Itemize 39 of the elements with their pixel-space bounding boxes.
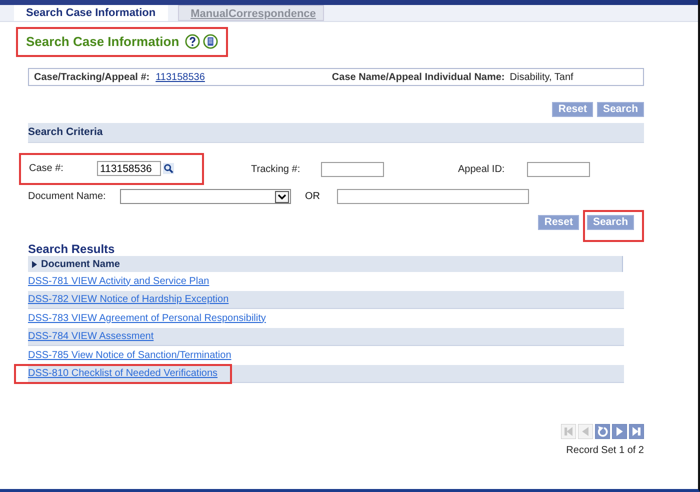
caret-icon (275, 190, 289, 202)
results-title: Search Results (28, 242, 116, 256)
case-field[interactable]: 113158536 (97, 161, 161, 176)
document-icon[interactable] (203, 34, 218, 49)
document-link[interactable]: DSS-781 VIEW Activity and Service Plan (28, 276, 210, 286)
document-link[interactable]: DSS-784 VIEW Assessment (28, 330, 154, 342)
action-button[interactable]: Search (596, 102, 644, 117)
action-button[interactable]: Search (586, 215, 634, 230)
last-page-icon[interactable] (629, 424, 644, 439)
appeal-id-label: Appeal ID: (458, 164, 506, 174)
document-link[interactable]: DSS-783 VIEW Agreement of Personal Responsibility (28, 312, 266, 324)
document-link[interactable]: DSS-810 Checklist of Needed Verifications (28, 368, 218, 378)
refresh-page-icon[interactable] (595, 424, 610, 439)
column-title: Document Name (41, 258, 120, 270)
case-number-link[interactable]: 113158536 (156, 72, 205, 82)
case-name-label: Case Name/Appeal Individual Name: (332, 72, 505, 82)
tracking-field[interactable] (321, 162, 384, 176)
document-name-label: Document Name: (28, 191, 107, 202)
next-page-icon[interactable] (612, 424, 627, 439)
tracking-label: Tracking #: (251, 164, 302, 174)
tab[interactable]: ManualCorrespondence (178, 5, 324, 21)
tab[interactable]: Search Case Information (14, 5, 168, 21)
document-name-dropdown[interactable] (120, 189, 291, 204)
document-link[interactable]: DSS-785 View Notice of Sanction/Termination (28, 350, 232, 360)
case-label: Case #: (29, 163, 64, 174)
page-title: Search Case Information (26, 34, 180, 49)
triangle-icon (32, 260, 37, 268)
action-button[interactable]: Reset (538, 215, 579, 230)
column-header[interactable]: Document Name (28, 256, 623, 272)
appeal-id-field[interactable] (527, 162, 590, 176)
section-header: Search Criteria (28, 123, 644, 143)
search-icon[interactable] (163, 163, 174, 174)
case-name-value: Disability, Tanf (510, 72, 574, 82)
document-name-field[interactable] (337, 189, 529, 204)
help-icon[interactable] (185, 34, 200, 49)
or-label: OR (305, 191, 320, 202)
record-set-label: Record Set 1 of 2 (566, 445, 644, 456)
action-button[interactable]: Reset (552, 102, 593, 117)
case-label: Case/Tracking/Appeal #: (34, 72, 150, 82)
